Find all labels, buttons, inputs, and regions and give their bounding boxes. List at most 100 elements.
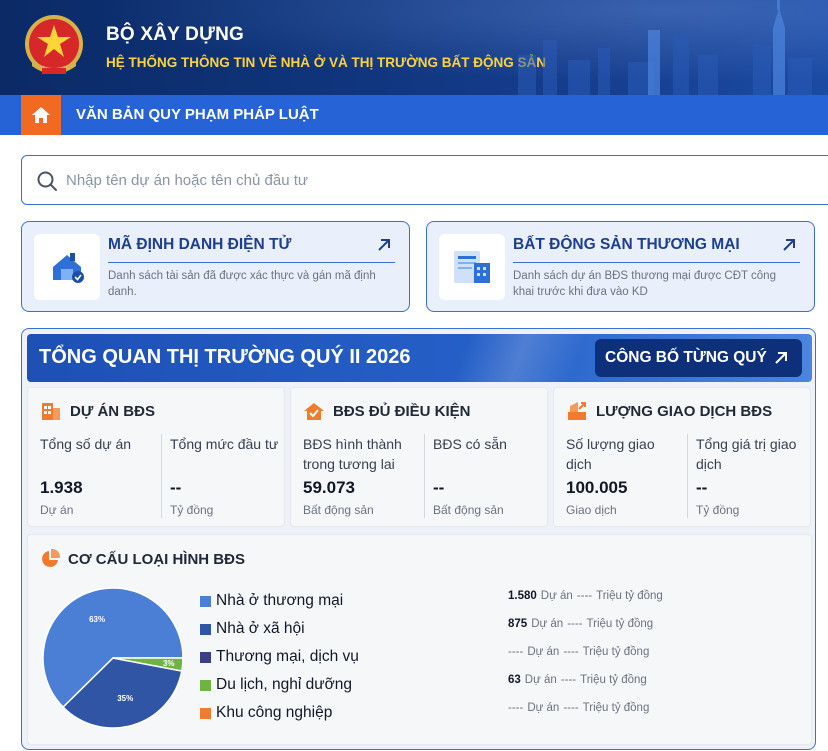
- pie-legend: Nhà ở thương mại Nhà ở xã hội Thương mại…: [200, 587, 359, 727]
- button-label: CÔNG BỐ TỪNG QUÝ: [605, 349, 767, 366]
- card-title: BẤT ĐỘNG SẢN THƯƠNG MẠI: [513, 236, 740, 253]
- site-header: BỘ XÂY DỰNG HỆ THỐNG THÔNG TIN VỀ NHÀ Ở …: [0, 0, 828, 95]
- card-commercial-real-estate[interactable]: BẤT ĐỘNG SẢN THƯƠNG MẠI Danh sách dự án …: [426, 221, 815, 312]
- stat-header: LƯỢNG GIAO DỊCH BĐS: [566, 400, 772, 422]
- search-icon: [37, 171, 57, 191]
- count-unit: Dự án: [531, 618, 564, 630]
- house-check-icon: [304, 403, 324, 420]
- house-id-icon: [34, 234, 100, 300]
- stat-card-projects: DỰ ÁN BĐS Tổng số dự án 1.938 Dự án Tổng…: [27, 387, 285, 527]
- stat-value: 59.073: [303, 478, 355, 497]
- legend-label: Khu công nghiệp: [216, 704, 333, 721]
- legend-swatch: [200, 623, 211, 635]
- arrow-up-right-icon: [775, 352, 787, 364]
- card-description: Danh sách tài sản đã được xác thực và gá…: [108, 270, 376, 298]
- pie-slice-label-3: 3%: [163, 659, 175, 668]
- overview-title: TỔNG QUAN THỊ TRƯỜNG QUÝ II 2026: [39, 346, 411, 368]
- mix-value-row: 1.580 Dự án ---- Triệu tỷ đồng: [508, 582, 663, 610]
- city-skyline-illustration: [518, 0, 812, 95]
- main-navbar: VĂN BẢN QUY PHẠM PHÁP LUẬT: [0, 95, 828, 135]
- stat-value: --: [170, 478, 182, 497]
- search-input[interactable]: [66, 166, 766, 194]
- ministry-title: BỘ XÂY DỰNG: [106, 24, 244, 45]
- count-unit: Dự án: [527, 646, 560, 658]
- mix-header: CƠ CẤU LOẠI HÌNH BĐS: [40, 549, 245, 569]
- value-unit: Triệu tỷ đồng: [580, 674, 647, 686]
- project-count: 875: [508, 618, 528, 630]
- stat-column: Tổng mức đầu tư -- Tỷ đồng: [161, 434, 279, 518]
- legend-item[interactable]: Khu công nghiệp: [200, 699, 359, 727]
- search-box: [21, 155, 828, 205]
- count-unit: Dự án: [540, 590, 573, 602]
- legend-item[interactable]: Thương mại, dịch vụ: [200, 643, 359, 671]
- stat-value: --: [696, 478, 708, 497]
- stat-card-eligible-property: BĐS ĐỦ ĐIỀU KIỆN BĐS hình thành trong tư…: [290, 387, 548, 527]
- mix-value-list: 1.580 Dự án ---- Triệu tỷ đồng 875 Dự án ----…: [508, 582, 663, 722]
- stat-column: BĐS hình thành trong tương lai 59.073 Bấ…: [303, 434, 421, 517]
- count-unit: Dự án: [524, 674, 557, 686]
- legend-swatch: [200, 679, 211, 691]
- document-building-icon: [439, 234, 505, 300]
- stat-label: BĐS có sẵn: [433, 436, 507, 452]
- stat-value: 100.005: [566, 478, 628, 497]
- project-count: 63: [508, 674, 521, 686]
- legend-label: Nhà ở xã hội: [216, 620, 305, 637]
- value-amount: ----: [560, 674, 577, 686]
- stat-header: DỰ ÁN BĐS: [40, 400, 155, 422]
- stat-column: BĐS có sẵn -- Bất động sản: [424, 434, 542, 518]
- legend-label: Nhà ở thương mại: [216, 592, 344, 609]
- stat-unit: Bất động sản: [433, 503, 504, 517]
- stat-unit: Tỷ đồng: [170, 503, 214, 517]
- value-unit: Triệu tỷ đồng: [582, 702, 650, 714]
- card-divider: [513, 262, 800, 263]
- stat-title: BĐS ĐỦ ĐIỀU KIỆN: [333, 402, 471, 420]
- stat-value: 1.938: [40, 478, 83, 497]
- overview-banner: TỔNG QUAN THỊ TRƯỜNG QUÝ II 2026 CÔNG BỐ…: [27, 334, 812, 382]
- mix-value-row: ---- Dự án ---- Triệu tỷ đồng: [508, 638, 663, 666]
- project-count: ----: [508, 702, 524, 714]
- stat-title: DỰ ÁN BĐS: [70, 402, 155, 420]
- home-button[interactable]: [21, 95, 61, 135]
- arrow-up-right-icon: [378, 239, 390, 251]
- legend-label: Du lịch, nghỉ dưỡng: [216, 676, 353, 693]
- mix-value-row: 875 Dự án ---- Triệu tỷ đồng: [508, 610, 663, 638]
- value-amount: ----: [576, 590, 593, 602]
- pie-slice-label-0: 63%: [89, 615, 105, 624]
- value-unit: Triệu tỷ đồng: [582, 646, 650, 658]
- mix-value-row: ---- Dự án ---- Triệu tỷ đồng: [508, 694, 663, 722]
- legend-item[interactable]: Nhà ở xã hội: [200, 615, 359, 643]
- value-unit: Triệu tỷ đồng: [586, 618, 654, 630]
- value-amount: ----: [567, 618, 583, 630]
- stat-header: BĐS ĐỦ ĐIỀU KIỆN: [303, 400, 471, 422]
- project-count: ----: [508, 646, 524, 658]
- stat-column: Tổng giá trị giao dịch -- Tỷ đồng: [687, 434, 805, 518]
- stat-unit: Tỷ đồng: [696, 503, 740, 517]
- property-type-structure-panel: CƠ CẤU LOẠI HÌNH BĐS 63% 35% 3% Nhà ở thươ…: [27, 534, 812, 745]
- stat-card-transactions: LƯỢNG GIAO DỊCH BĐS Số lượng giao dịch 1…: [553, 387, 811, 527]
- stat-label: Tổng giá trị giao dịch: [696, 436, 797, 472]
- national-emblem-icon[interactable]: [22, 10, 86, 82]
- market-overview-section: TỔNG QUAN THỊ TRƯỜNG QUÝ II 2026 CÔNG BỐ…: [21, 328, 816, 750]
- home-icon: [32, 107, 50, 123]
- building-icon: [42, 403, 60, 420]
- stat-label: Tổng mức đầu tư: [170, 436, 279, 452]
- card-electronic-id[interactable]: MÃ ĐỊNH DANH ĐIỆN TỬ Danh sách tài sản đ…: [21, 221, 410, 312]
- nav-legal-documents[interactable]: VĂN BẢN QUY PHẠM PHÁP LUẬT: [76, 106, 319, 123]
- stat-label: BĐS hình thành trong tương lai: [303, 436, 402, 472]
- property-type-pie-chart: 63% 35% 3%: [42, 587, 184, 729]
- legend-swatch: [200, 595, 211, 607]
- card-divider: [108, 262, 395, 263]
- legend-item[interactable]: Nhà ở thương mại: [200, 587, 359, 615]
- count-unit: Dự án: [527, 702, 560, 714]
- stat-label: Tổng số dự án: [40, 436, 132, 452]
- stat-value: --: [433, 478, 445, 497]
- stat-column: Số lượng giao dịch 100.005 Giao dịch: [566, 434, 684, 517]
- stat-unit: Dự án: [40, 503, 74, 517]
- legend-label: Thương mại, dịch vụ: [216, 648, 359, 665]
- quarterly-publication-button[interactable]: CÔNG BỐ TỪNG QUÝ: [595, 339, 802, 377]
- card-description: Danh sách dự án BĐS thương mại được CĐT …: [513, 270, 776, 298]
- mix-title: CƠ CẤU LOẠI HÌNH BĐS: [68, 550, 245, 568]
- stat-unit: Bất động sản: [303, 503, 374, 517]
- legend-swatch: [200, 707, 211, 719]
- legend-item[interactable]: Du lịch, nghỉ dưỡng: [200, 671, 359, 699]
